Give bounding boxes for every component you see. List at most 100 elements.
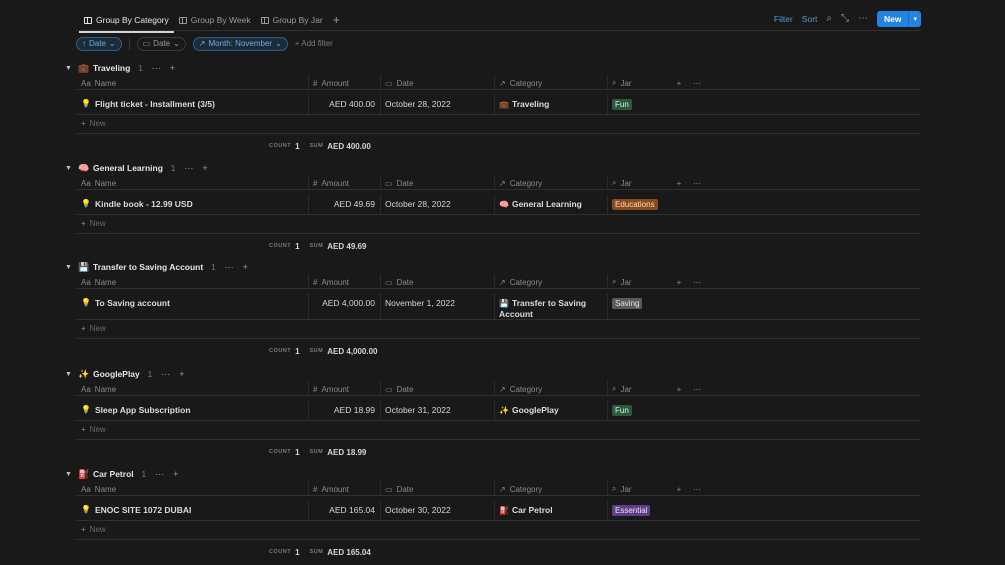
column-header-jar[interactable]: ⌕ Jar	[607, 274, 667, 288]
category-cell[interactable]: 💼 Traveling	[494, 95, 607, 114]
amount-cell[interactable]: AED 18.99	[308, 401, 378, 420]
new-row-button[interactable]: + New	[76, 521, 921, 540]
chevron-down-icon[interactable]: ▾	[908, 10, 921, 27]
collapse-caret-icon[interactable]: ▼	[65, 264, 73, 271]
jar-cell[interactable]: Saving	[607, 294, 667, 319]
column-header-date[interactable]: ▭ Date	[380, 381, 494, 395]
collapse-caret-icon[interactable]: ▼	[65, 165, 73, 172]
add-column-icon[interactable]: +	[673, 175, 685, 189]
plus-icon[interactable]: +	[179, 369, 184, 379]
search-icon[interactable]: ⌕	[826, 13, 832, 24]
jar-cell[interactable]: Educations	[607, 195, 667, 214]
tab-group-by-week[interactable]: Group By Week	[174, 10, 256, 30]
category-cell[interactable]: 💾 Transfer to Saving Account	[494, 294, 607, 319]
category-cell[interactable]: 🧠 General Learning	[494, 195, 607, 214]
tab-group-by-category[interactable]: Group By Category	[79, 10, 174, 33]
more-icon[interactable]: ⋯	[858, 13, 868, 24]
more-icon[interactable]: ⋯	[690, 381, 704, 395]
more-icon[interactable]: ⋯	[152, 63, 161, 74]
column-header-category[interactable]: ↗ Category	[494, 75, 607, 89]
category-link[interactable]: 💾 Transfer to Saving Account	[499, 298, 607, 320]
add-column-icon[interactable]: +	[673, 274, 685, 288]
column-header-category[interactable]: ↗ Category	[494, 381, 607, 395]
column-header-category[interactable]: ↗ Category	[494, 481, 607, 495]
column-header-name[interactable]: Aa Name	[81, 175, 307, 189]
category-link[interactable]: 🧠 General Learning	[499, 199, 582, 210]
name-cell[interactable]: 💡 To Saving account	[81, 294, 307, 319]
add-view-icon[interactable]: +	[328, 13, 345, 27]
more-icon[interactable]: ⋯	[161, 369, 170, 380]
jar-cell[interactable]: Fun	[607, 95, 667, 114]
date-filter-pill[interactable]: ▭ Date ⌄	[136, 36, 186, 51]
more-icon[interactable]: ⋯	[690, 75, 704, 89]
column-header-name[interactable]: Aa Name	[81, 481, 307, 495]
name-cell[interactable]: 💡 Flight ticket - Installment (3/5)	[81, 95, 307, 114]
column-header-date[interactable]: ▭ Date	[380, 274, 494, 288]
category-cell[interactable]: ⛽ Car Petrol	[494, 501, 607, 520]
table-row[interactable]: 💡 To Saving account AED 4,000.00 Novembe…	[76, 294, 921, 320]
new-row-button[interactable]: + New	[76, 421, 921, 440]
new-row-button[interactable]: + New	[76, 320, 921, 339]
plus-icon[interactable]: +	[170, 63, 175, 73]
category-link[interactable]: 💼 Traveling	[499, 99, 549, 110]
column-header-jar[interactable]: ⌕ Jar	[607, 175, 667, 189]
plus-icon[interactable]: +	[173, 469, 178, 479]
collapse-caret-icon[interactable]: ▼	[65, 471, 73, 478]
add-column-icon[interactable]: +	[673, 381, 685, 395]
more-icon[interactable]: ⋯	[690, 481, 704, 495]
new-row-button[interactable]: + New	[76, 115, 921, 134]
plus-icon[interactable]: +	[243, 262, 248, 272]
group-title[interactable]: GooglePlay	[93, 369, 140, 379]
column-header-name[interactable]: Aa Name	[81, 274, 307, 288]
group-title[interactable]: Car Petrol	[93, 469, 134, 479]
category-link[interactable]: ⛽ Car Petrol	[499, 505, 553, 516]
date-cell[interactable]: October 31, 2022	[380, 401, 494, 420]
add-filter-button[interactable]: + Add filter	[295, 39, 333, 48]
column-header-amount[interactable]: # Amount	[308, 381, 378, 395]
column-header-date[interactable]: ▭ Date	[380, 481, 494, 495]
new-button[interactable]: New	[877, 10, 909, 27]
date-cell[interactable]: October 28, 2022	[380, 195, 494, 214]
column-header-category[interactable]: ↗ Category	[494, 274, 607, 288]
collapse-caret-icon[interactable]: ▼	[65, 65, 73, 72]
column-header-category[interactable]: ↗ Category	[494, 175, 607, 189]
amount-cell[interactable]: AED 400.00	[308, 95, 378, 114]
column-header-amount[interactable]: # Amount	[308, 481, 378, 495]
category-cell[interactable]: ✨ GooglePlay	[494, 401, 607, 420]
table-row[interactable]: 💡 Sleep App Subscription AED 18.99 Octob…	[76, 401, 921, 421]
column-header-jar[interactable]: ⌕ Jar	[607, 381, 667, 395]
amount-cell[interactable]: AED 49.69	[308, 195, 378, 214]
more-icon[interactable]: ⋯	[690, 274, 704, 288]
more-icon[interactable]: ⋯	[225, 262, 234, 273]
column-header-amount[interactable]: # Amount	[308, 175, 378, 189]
category-link[interactable]: ✨ GooglePlay	[499, 405, 559, 416]
name-cell[interactable]: 💡 Kindle book - 12.99 USD	[81, 195, 307, 214]
filter-button[interactable]: Filter	[774, 14, 793, 24]
add-column-icon[interactable]: +	[673, 75, 685, 89]
name-cell[interactable]: 💡 ENOC SITE 1072 DUBAI	[81, 501, 307, 520]
column-header-name[interactable]: Aa Name	[81, 75, 307, 89]
column-header-jar[interactable]: ⌕ Jar	[607, 75, 667, 89]
column-header-name[interactable]: Aa Name	[81, 381, 307, 395]
jar-cell[interactable]: Essential	[607, 501, 667, 520]
name-cell[interactable]: 💡 Sleep App Subscription	[81, 401, 307, 420]
table-row[interactable]: 💡 Kindle book - 12.99 USD AED 49.69 Octo…	[76, 195, 921, 215]
add-column-icon[interactable]: +	[673, 481, 685, 495]
more-icon[interactable]: ⋯	[690, 175, 704, 189]
new-row-button[interactable]: + New	[76, 215, 921, 234]
plus-icon[interactable]: +	[202, 163, 207, 173]
column-header-date[interactable]: ▭ Date	[380, 175, 494, 189]
sort-button[interactable]: Sort	[802, 14, 818, 24]
collapse-caret-icon[interactable]: ▼	[65, 371, 73, 378]
amount-cell[interactable]: AED 4,000.00	[308, 294, 378, 319]
date-cell[interactable]: October 30, 2022	[380, 501, 494, 520]
more-icon[interactable]: ⋯	[184, 163, 193, 174]
month-filter-pill[interactable]: ↗ Month: November ⌄	[192, 36, 288, 51]
group-title[interactable]: General Learning	[93, 163, 163, 173]
column-header-jar[interactable]: ⌕ Jar	[607, 481, 667, 495]
table-row[interactable]: 💡 Flight ticket - Installment (3/5) AED …	[76, 95, 921, 115]
sort-pill[interactable]: ↑ Date ⌄	[76, 36, 122, 51]
date-cell[interactable]: October 28, 2022	[380, 95, 494, 114]
expand-icon[interactable]: ⤡	[841, 13, 849, 24]
more-icon[interactable]: ⋯	[155, 469, 164, 480]
